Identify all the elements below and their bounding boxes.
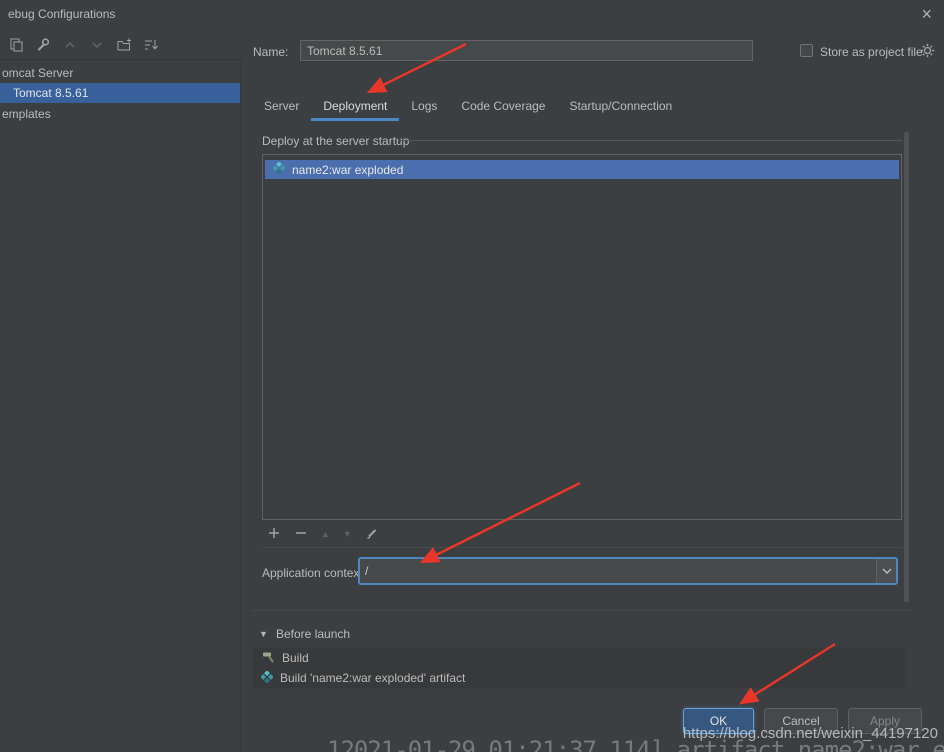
sidebar-item-tomcat-server[interactable]: omcat Server — [0, 63, 240, 83]
toolbar-divider — [0, 59, 240, 60]
artifact-icon — [261, 671, 273, 686]
name-label: Name: — [253, 45, 288, 59]
titlebar: ebug Configurations × — [0, 0, 944, 28]
collapse-triangle-icon[interactable]: ▼ — [259, 629, 268, 639]
tab-deployment[interactable]: Deployment — [311, 95, 399, 121]
artifact-label: name2:war exploded — [292, 163, 403, 177]
list-toolbar-separator — [262, 547, 902, 548]
copy-configuration-icon[interactable] — [8, 37, 24, 56]
application-context-label: Application context: — [262, 566, 366, 580]
artifact-list-item[interactable]: name2:war exploded — [265, 160, 899, 179]
wrench-icon[interactable] — [35, 37, 51, 56]
debug-configurations-dialog: ebug Configurations × omcat Server Tomca… — [0, 0, 944, 752]
artifact-list-toolbar: ▲ ▼ — [267, 524, 379, 544]
sidebar-item-tomcat-8561[interactable]: Tomcat 8.5.61 — [0, 83, 240, 103]
store-as-project-file-label: Store as project file — [820, 45, 923, 59]
csdn-watermark: https://blog.csdn.net/weixin_44197120 — [683, 725, 938, 742]
before-launch-item-label: Build 'name2:war exploded' artifact — [280, 671, 465, 685]
before-launch-title[interactable]: Before launch — [276, 627, 350, 641]
tab-logs[interactable]: Logs — [399, 95, 449, 121]
vertical-scrollbar[interactable] — [904, 132, 909, 602]
hammer-icon — [261, 650, 275, 667]
before-launch-item-build[interactable]: Build — [253, 648, 906, 668]
chevron-down-icon — [882, 568, 892, 574]
move-down-icon[interactable] — [89, 37, 105, 56]
gear-icon[interactable] — [920, 43, 935, 61]
close-icon[interactable]: × — [921, 2, 932, 26]
list-move-up-icon[interactable]: ▲ — [321, 528, 330, 540]
tab-server[interactable]: Server — [252, 95, 311, 121]
sort-configurations-icon[interactable] — [143, 37, 159, 56]
artifact-icon — [273, 162, 285, 177]
list-move-down-icon[interactable]: ▼ — [343, 528, 352, 540]
remove-icon[interactable] — [294, 526, 308, 543]
tab-startup-connection[interactable]: Startup/Connection — [557, 95, 684, 121]
store-as-project-file-checkbox[interactable] — [800, 44, 813, 57]
move-up-icon[interactable] — [62, 37, 78, 56]
new-folder-icon[interactable] — [116, 37, 132, 56]
deploy-section-title: Deploy at the server startup — [262, 134, 409, 148]
application-context-input[interactable] — [360, 559, 876, 583]
sidebar-divider — [240, 59, 241, 752]
config-tabs: Server Deployment Logs Code Coverage Sta… — [252, 95, 684, 121]
deploy-artifact-list[interactable]: name2:war exploded — [262, 154, 902, 520]
before-launch-item-label: Build — [282, 651, 309, 665]
deploy-section-separator — [398, 140, 902, 141]
sidebar-item-templates[interactable]: emplates — [0, 104, 240, 124]
edit-pencil-icon[interactable] — [365, 526, 379, 543]
combobox-dropdown-button[interactable] — [876, 559, 896, 583]
before-launch-item-build-artifact[interactable]: Build 'name2:war exploded' artifact — [253, 668, 906, 688]
configurations-toolbar — [8, 36, 159, 56]
tab-code-coverage[interactable]: Code Coverage — [449, 95, 557, 121]
add-icon[interactable] — [267, 526, 281, 543]
application-context-combobox[interactable] — [358, 557, 898, 585]
window-title: ebug Configurations — [8, 7, 115, 21]
name-input[interactable] — [300, 40, 753, 61]
panel-bottom-separator — [252, 610, 910, 611]
